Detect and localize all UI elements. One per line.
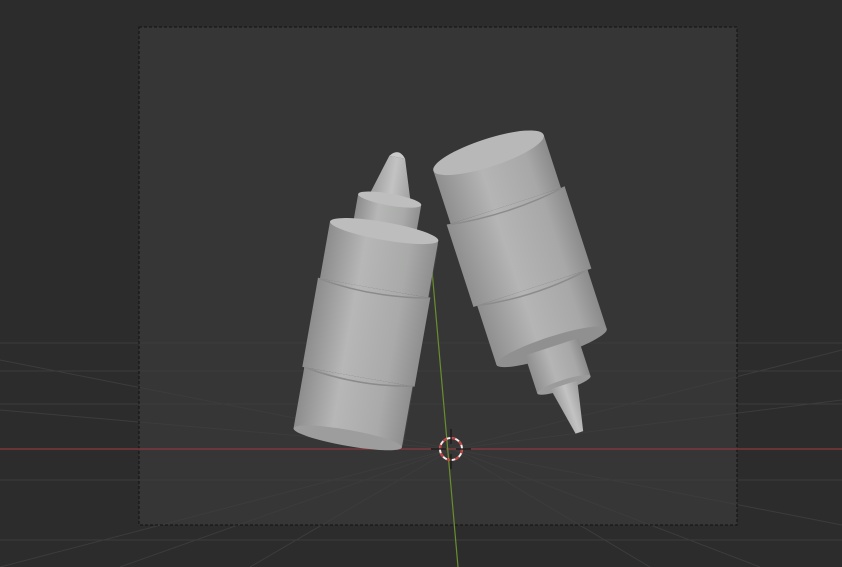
camera-frame-fill [139, 27, 737, 525]
viewport-canvas[interactable] [0, 0, 842, 567]
3d-viewport[interactable] [0, 0, 842, 567]
